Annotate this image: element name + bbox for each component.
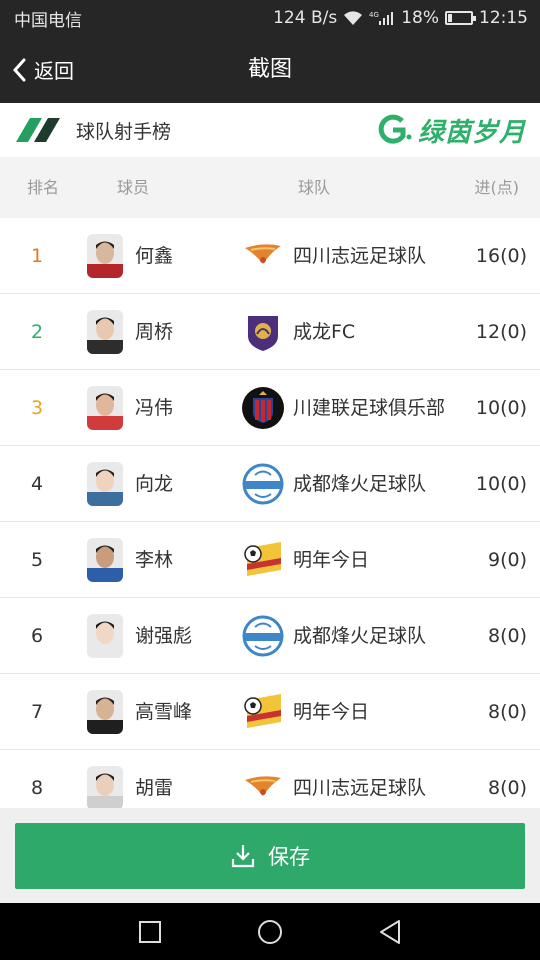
back-button[interactable]: 返回	[12, 36, 74, 103]
dragon-shield-icon	[241, 310, 285, 354]
table-row[interactable]: 3 冯伟 川建联足球俱乐部 10(0)	[0, 370, 540, 446]
rank-number: 1	[30, 245, 44, 267]
player-name: 何鑫	[135, 245, 174, 267]
blue-ring-icon	[241, 462, 285, 506]
goal-count: 8(0)	[487, 701, 527, 723]
title-bar: 返回 截图	[0, 36, 540, 103]
player-name: 谢强彪	[135, 625, 193, 647]
player-avatar	[87, 614, 123, 658]
team-name: 明年今日	[293, 701, 370, 723]
net-speed: 124 B/s	[273, 8, 338, 28]
header-rank: 排名	[27, 178, 60, 197]
rank-number: 2	[30, 321, 44, 343]
navigation-bar	[0, 903, 540, 960]
team-name: 成都烽火足球队	[293, 473, 427, 495]
team-name: 成都烽火足球队	[293, 625, 427, 647]
team-name: 四川志远足球队	[293, 245, 427, 267]
board-title: 球队射手榜	[76, 120, 172, 143]
table-row[interactable]: 7 高雪峰 明年今日 8(0)	[0, 674, 540, 750]
rank-number: 3	[30, 397, 44, 419]
brand-logo: 绿茵岁月	[376, 111, 526, 149]
table-row[interactable]: 8 胡雷 四川志远足球队 8(0)	[0, 750, 540, 808]
player-avatar	[87, 386, 123, 430]
save-label: 保存	[268, 845, 310, 869]
clock: 12:15	[479, 8, 528, 28]
player-avatar	[87, 766, 123, 808]
brand-name: 绿茵岁月	[417, 117, 526, 148]
ball-banner-icon	[241, 538, 285, 582]
back-label: 返回	[34, 59, 74, 83]
download-icon	[231, 845, 255, 868]
table-row[interactable]: 2 周桥 成龙FC 12(0)	[0, 294, 540, 370]
goal-count: 10(0)	[475, 473, 527, 495]
table-row[interactable]: 4 向龙 成都烽火足球队 10(0)	[0, 446, 540, 522]
ball-banner-icon	[241, 690, 285, 734]
status-icons: 124 B/s 4G 18% 12:15	[273, 8, 528, 28]
goal-count: 8(0)	[487, 777, 527, 799]
player-avatar	[87, 310, 123, 354]
header-goals: 进(点)	[474, 178, 520, 197]
blue-ring-icon	[241, 614, 285, 658]
rank-number: 4	[30, 473, 44, 495]
goal-count: 16(0)	[475, 245, 527, 267]
player-name: 向龙	[135, 473, 174, 495]
team-name: 明年今日	[293, 549, 370, 571]
save-bar: 保存	[0, 808, 540, 903]
player-avatar	[87, 690, 123, 734]
wing-emblem-icon	[241, 234, 285, 278]
round-crest-icon	[241, 386, 285, 430]
rank-number: 6	[30, 625, 44, 647]
wifi-icon	[343, 10, 363, 26]
board-header: 球队射手榜 绿茵岁月	[0, 103, 540, 157]
scorer-list[interactable]: 1 何鑫 四川志远足球队 16(0) 2 周桥 成龙FC 12(0) 3 冯伟 川建联足球俱乐部 10…	[0, 218, 540, 808]
stripe-logo-icon	[16, 118, 60, 142]
back-triangle-icon[interactable]	[375, 917, 405, 947]
rank-number: 5	[30, 549, 44, 571]
player-name: 李林	[135, 549, 174, 571]
rank-number: 8	[30, 777, 44, 799]
player-name: 胡雷	[135, 777, 174, 799]
wing-emblem-icon	[241, 766, 285, 808]
save-button[interactable]: 保存	[15, 823, 525, 889]
player-avatar	[87, 462, 123, 506]
player-avatar	[87, 234, 123, 278]
page-title: 截图	[247, 57, 292, 82]
table-header: 排名 球员 球队 进(点)	[0, 157, 540, 218]
team-name: 四川志远足球队	[293, 777, 427, 799]
goal-count: 9(0)	[487, 549, 527, 571]
header-player: 球员	[117, 178, 150, 197]
battery-percent: 18%	[401, 8, 439, 28]
player-name: 周桥	[135, 321, 174, 343]
recent-apps-icon[interactable]	[135, 917, 165, 947]
brand-g-icon	[378, 114, 412, 144]
chevron-left-icon	[12, 58, 26, 81]
home-circle-icon[interactable]	[255, 917, 285, 947]
team-name: 成龙FC	[293, 321, 356, 343]
table-row[interactable]: 1 何鑫 四川志远足球队 16(0)	[0, 218, 540, 294]
battery-icon	[445, 11, 476, 25]
table-row[interactable]: 5 李林 明年今日 9(0)	[0, 522, 540, 598]
header-team: 球队	[298, 178, 331, 197]
team-name: 川建联足球俱乐部	[293, 397, 446, 419]
status-bar: 中国电信 124 B/s 4G 18% 12:15	[0, 0, 540, 36]
player-avatar	[87, 538, 123, 582]
signal-icon: 4G	[369, 10, 395, 26]
player-name: 冯伟	[135, 397, 174, 419]
player-name: 高雪峰	[135, 701, 193, 723]
carrier-label: 中国电信	[14, 10, 82, 31]
goal-count: 10(0)	[475, 397, 527, 419]
goal-count: 12(0)	[475, 321, 527, 343]
rank-number: 7	[30, 701, 44, 723]
goal-count: 8(0)	[487, 625, 527, 647]
network-type: 4G	[369, 11, 379, 19]
table-row[interactable]: 6 谢强彪 成都烽火足球队 8(0)	[0, 598, 540, 674]
